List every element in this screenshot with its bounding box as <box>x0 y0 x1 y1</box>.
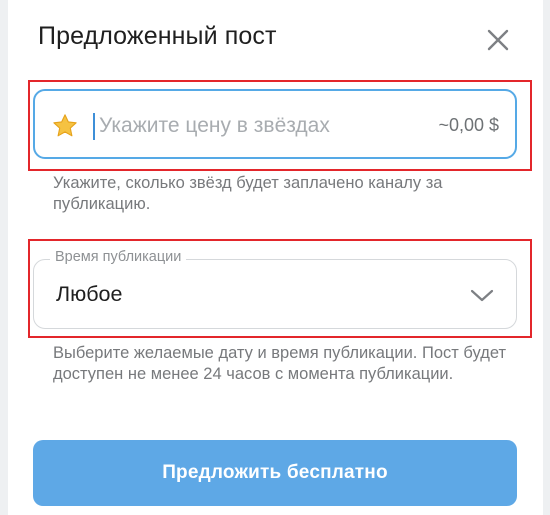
star-icon <box>53 114 77 137</box>
star-price-field[interactable]: ~0,00 $ <box>33 89 517 159</box>
publish-time-hint: Выберите желаемые дату и время публикаци… <box>53 344 507 383</box>
star-price-input[interactable] <box>99 110 399 142</box>
publish-time-select[interactable]: Время публикации Любое <box>33 249 517 329</box>
chevron-down-icon <box>470 289 494 302</box>
usd-estimate: ~0,00 $ <box>438 115 499 135</box>
text-cursor <box>93 113 95 140</box>
suggested-post-dialog: Предложенный пост ~0,00 $ Укажите, сколь… <box>8 0 543 515</box>
close-icon <box>487 29 509 51</box>
publish-time-label: Время публикации <box>50 249 187 265</box>
price-hint: Укажите, сколько звёзд будет заплачено к… <box>53 174 443 213</box>
dialog-title: Предложенный пост <box>38 22 277 50</box>
publish-time-value: Любое <box>56 282 123 306</box>
close-button[interactable] <box>482 24 514 56</box>
suggest-free-button[interactable]: Предложить бесплатно <box>33 440 517 506</box>
